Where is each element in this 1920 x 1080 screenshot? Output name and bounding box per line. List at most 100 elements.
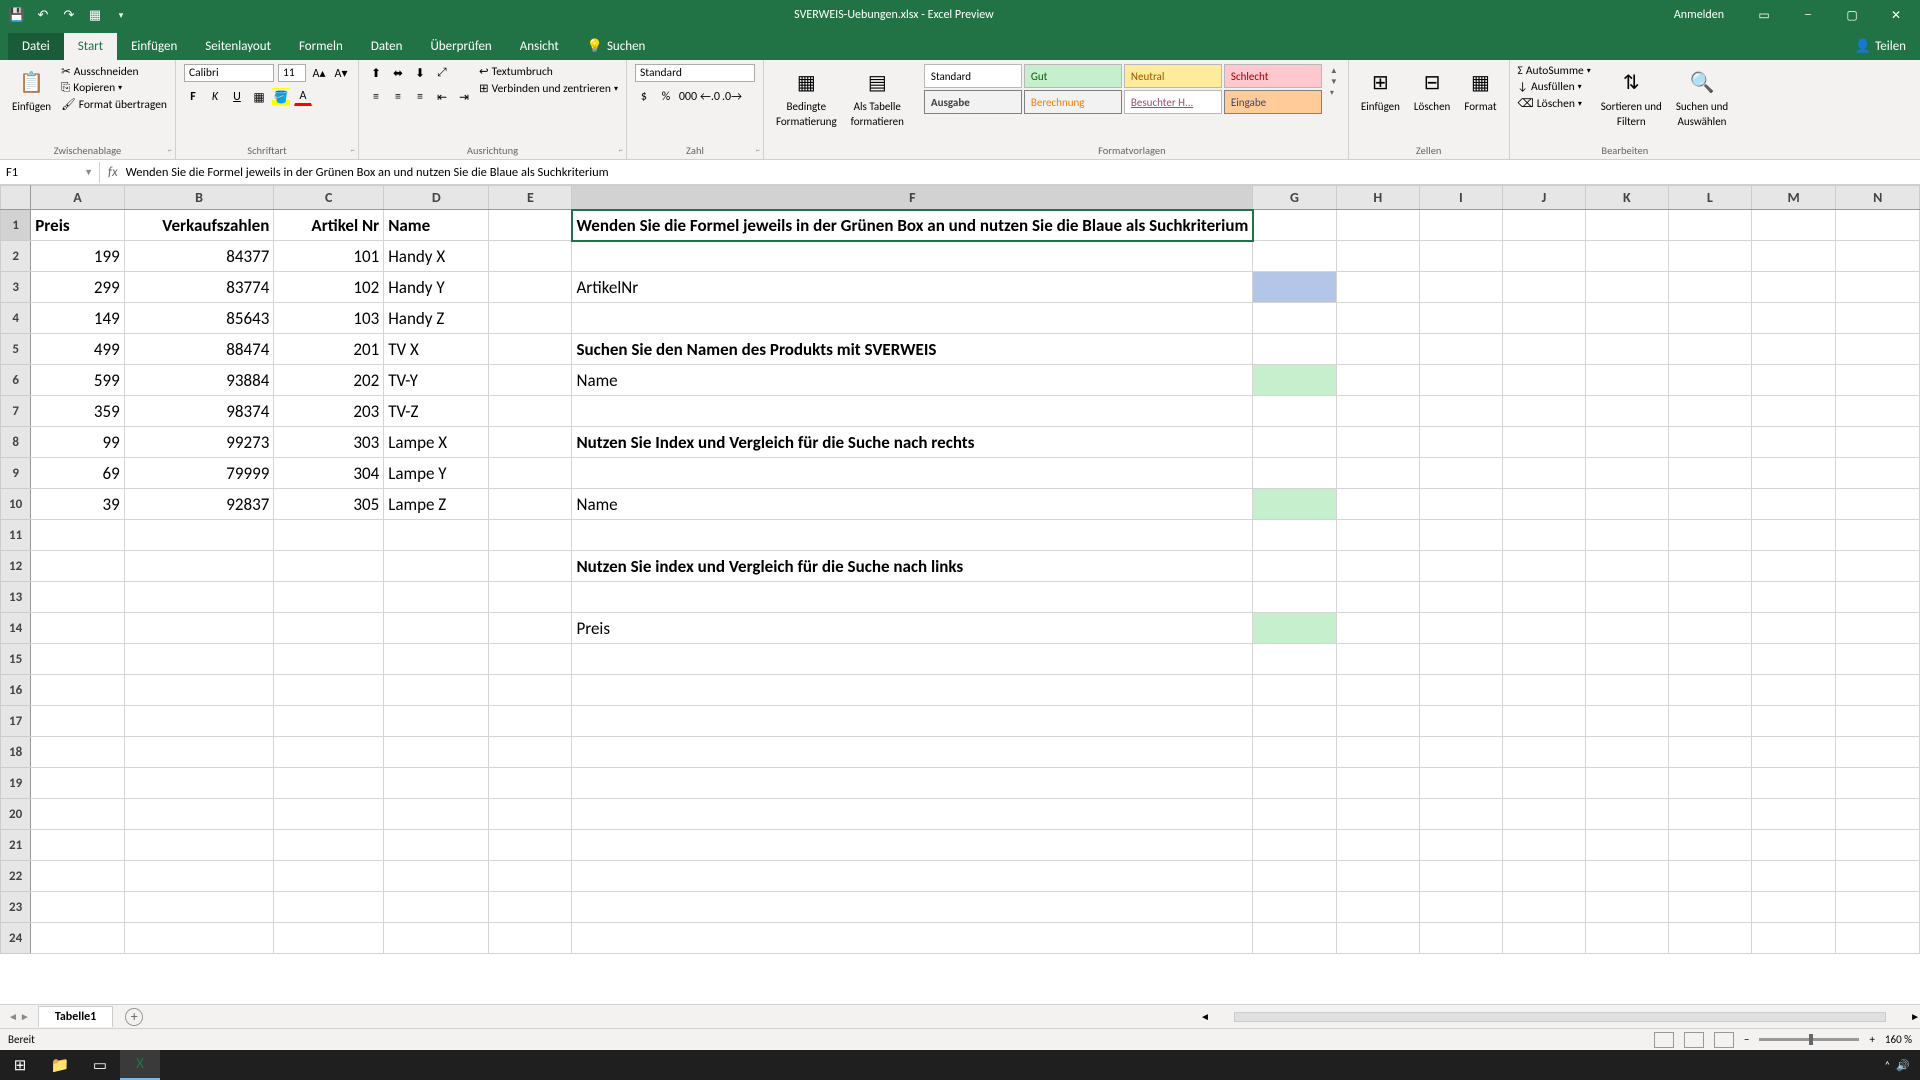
tab-suchen[interactable]: 💡Suchen [573, 33, 660, 60]
cell-B7[interactable]: 98374 [124, 396, 274, 427]
cell-N1[interactable] [1836, 210, 1920, 241]
cell-H20[interactable] [1336, 799, 1419, 830]
fx-icon[interactable]: fx [108, 165, 118, 180]
cell-E15[interactable] [489, 644, 572, 675]
cell-K21[interactable] [1585, 830, 1668, 861]
cell-M13[interactable] [1751, 582, 1836, 613]
cell-C9[interactable]: 304 [274, 458, 384, 489]
cell-C6[interactable]: 202 [274, 365, 384, 396]
cell-E23[interactable] [489, 892, 572, 923]
cell-J7[interactable] [1502, 396, 1585, 427]
bold-button[interactable]: F [184, 88, 202, 106]
share-button[interactable]: 👤Teilen [1841, 33, 1920, 60]
cell-I22[interactable] [1419, 861, 1502, 892]
col-header-K[interactable]: K [1585, 186, 1668, 210]
cell-J2[interactable] [1502, 241, 1585, 272]
cell-F15[interactable] [572, 644, 1253, 675]
cell-J22[interactable] [1502, 861, 1585, 892]
cell-E10[interactable] [489, 489, 572, 520]
cell-H22[interactable] [1336, 861, 1419, 892]
cell-D3[interactable]: Handy Y [384, 272, 489, 303]
cell-B9[interactable]: 79999 [124, 458, 274, 489]
paste-button[interactable]: 📋 Einfügen [8, 64, 55, 115]
cell-A23[interactable] [31, 892, 125, 923]
cell-M15[interactable] [1751, 644, 1836, 675]
cell-A16[interactable] [31, 675, 125, 706]
sign-in-button[interactable]: Anmelden [1658, 8, 1740, 22]
row-header-4[interactable]: 4 [1, 303, 31, 334]
select-all-corner[interactable] [1, 186, 31, 210]
cell-K14[interactable] [1585, 613, 1668, 644]
row-header-24[interactable]: 24 [1, 923, 31, 954]
cell-E9[interactable] [489, 458, 572, 489]
cell-H13[interactable] [1336, 582, 1419, 613]
col-header-M[interactable]: M [1751, 186, 1836, 210]
cell-E5[interactable] [489, 334, 572, 365]
cell-N5[interactable] [1836, 334, 1920, 365]
cell-J8[interactable] [1502, 427, 1585, 458]
cell-N19[interactable] [1836, 768, 1920, 799]
tab-ansicht[interactable]: Ansicht [506, 33, 573, 60]
cell-J24[interactable] [1502, 923, 1585, 954]
cell-E19[interactable] [489, 768, 572, 799]
cell-D22[interactable] [384, 861, 489, 892]
cell-M18[interactable] [1751, 737, 1836, 768]
cell-B4[interactable]: 85643 [124, 303, 274, 334]
cell-C2[interactable]: 101 [274, 241, 384, 272]
cell-H5[interactable] [1336, 334, 1419, 365]
cell-C15[interactable] [274, 644, 384, 675]
taskbar-app[interactable]: ▭ [80, 1050, 120, 1080]
align-middle-icon[interactable]: ⬌ [389, 64, 407, 82]
cell-B14[interactable] [124, 613, 274, 644]
cell-M12[interactable] [1751, 551, 1836, 582]
cell-G15[interactable] [1253, 644, 1336, 675]
font-color-button[interactable]: A [294, 88, 312, 106]
cell-F12[interactable]: Nutzen Sie index und Vergleich für die S… [572, 551, 1253, 582]
cell-E11[interactable] [489, 520, 572, 551]
cell-G6[interactable] [1253, 365, 1336, 396]
start-button[interactable]: ⊞ [0, 1050, 40, 1080]
format-cells-button[interactable]: ▦Format [1460, 64, 1500, 115]
cell-G21[interactable] [1253, 830, 1336, 861]
cell-A5[interactable]: 499 [31, 334, 125, 365]
cell-C21[interactable] [274, 830, 384, 861]
cell-J19[interactable] [1502, 768, 1585, 799]
col-header-C[interactable]: C [274, 186, 384, 210]
cell-C4[interactable]: 103 [274, 303, 384, 334]
cell-L24[interactable] [1668, 923, 1751, 954]
cell-G24[interactable] [1253, 923, 1336, 954]
cell-B17[interactable] [124, 706, 274, 737]
cell-G19[interactable] [1253, 768, 1336, 799]
zoom-in-button[interactable]: + [1869, 1033, 1874, 1046]
formula-input[interactable] [126, 165, 1912, 180]
cell-M20[interactable] [1751, 799, 1836, 830]
cell-J13[interactable] [1502, 582, 1585, 613]
cell-D18[interactable] [384, 737, 489, 768]
style-neutral[interactable]: Neutral [1124, 64, 1222, 88]
cell-K7[interactable] [1585, 396, 1668, 427]
cell-J4[interactable] [1502, 303, 1585, 334]
cell-J20[interactable] [1502, 799, 1585, 830]
taskbar-excel[interactable]: X [120, 1050, 160, 1080]
cell-K5[interactable] [1585, 334, 1668, 365]
cell-I24[interactable] [1419, 923, 1502, 954]
cell-I18[interactable] [1419, 737, 1502, 768]
row-header-20[interactable]: 20 [1, 799, 31, 830]
view-page-break-button[interactable] [1714, 1032, 1734, 1048]
cell-H23[interactable] [1336, 892, 1419, 923]
merge-button[interactable]: ⊞Verbinden und zentrieren▾ [479, 81, 618, 96]
cell-K13[interactable] [1585, 582, 1668, 613]
row-header-8[interactable]: 8 [1, 427, 31, 458]
style-besucht[interactable]: Besuchter H... [1124, 90, 1222, 114]
border-button[interactable]: ▦ [250, 88, 268, 106]
worksheet-grid[interactable]: A B C D E F G H I J K L M N 1PreisVerkau… [0, 185, 1920, 954]
cell-D5[interactable]: TV X [384, 334, 489, 365]
col-header-H[interactable]: H [1336, 186, 1419, 210]
cell-L19[interactable] [1668, 768, 1751, 799]
cell-D15[interactable] [384, 644, 489, 675]
cell-A21[interactable] [31, 830, 125, 861]
style-berechnung[interactable]: Berechnung [1024, 90, 1122, 114]
cell-L3[interactable] [1668, 272, 1751, 303]
cell-H2[interactable] [1336, 241, 1419, 272]
cell-F9[interactable] [572, 458, 1253, 489]
